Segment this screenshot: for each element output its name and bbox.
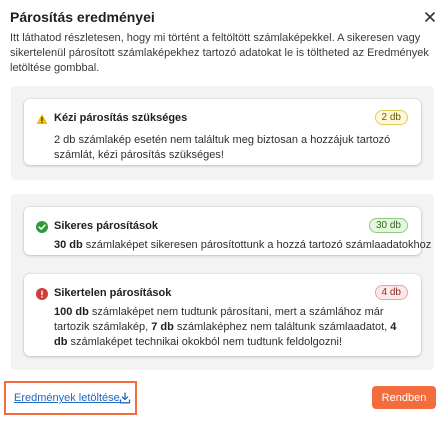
manual-title: Kézi párosítás szükséges — [54, 112, 188, 124]
success-text: 30 db számlaképet sikeresen párosítottun… — [54, 238, 431, 253]
failed-title: Sikertelen párosítások — [54, 287, 172, 299]
check-circle-icon — [36, 221, 48, 233]
failed-count-1: 100 db — [54, 306, 89, 318]
failed-description-3: számlaképet technikai okokból nem tudtun… — [67, 336, 343, 348]
failed-description-2: számlaképhez nem találtunk számlaadatot, — [173, 321, 391, 333]
success-card: Sikeres párosítások 30 db 30 db számlaké… — [24, 207, 431, 255]
success-count-badge: 30 db — [368, 218, 408, 233]
manual-panel: Kézi párosítás szükséges 2 db 2 db száml… — [11, 86, 434, 180]
error-circle-icon — [36, 288, 48, 300]
dialog-title: Párosítás eredményei — [10, 9, 155, 25]
close-button[interactable] — [421, 8, 439, 26]
manual-text: 2 db számlakép esetén nem találtuk meg b… — [54, 134, 391, 161]
manual-count-badge: 2 db — [374, 110, 408, 125]
dialog-description: Itt láthatod részletesen, hogy mi történ… — [10, 32, 429, 74]
failed-text: 100 db számlaképet nem tudtunk párosítan… — [54, 305, 404, 350]
success-title: Sikeres párosítások — [54, 220, 158, 232]
results-dialog: Párosítás eredményei Itt láthatod részle… — [0, 0, 448, 423]
download-results-link[interactable]: Eredmények letöltése — [14, 392, 120, 404]
failed-count-badge: 4 db — [374, 285, 408, 300]
results-panel: Sikeres párosítások 30 db 30 db számlaké… — [11, 194, 434, 370]
ok-button[interactable]: Rendben — [372, 386, 436, 409]
failed-count-2: 7 db — [151, 321, 174, 333]
manual-matching-card: Kézi párosítás szükséges 2 db 2 db száml… — [24, 99, 421, 165]
success-count: 30 db — [54, 239, 83, 251]
success-description: számlaképet sikeresen párosítottunk a ho… — [82, 239, 432, 251]
download-highlight: Eredmények letöltése — [4, 381, 137, 415]
failed-card: Sikertelen párosítások 4 db 100 db száml… — [24, 274, 421, 356]
warning-icon — [36, 113, 48, 124]
download-icon[interactable] — [119, 392, 131, 404]
close-icon — [425, 12, 435, 22]
